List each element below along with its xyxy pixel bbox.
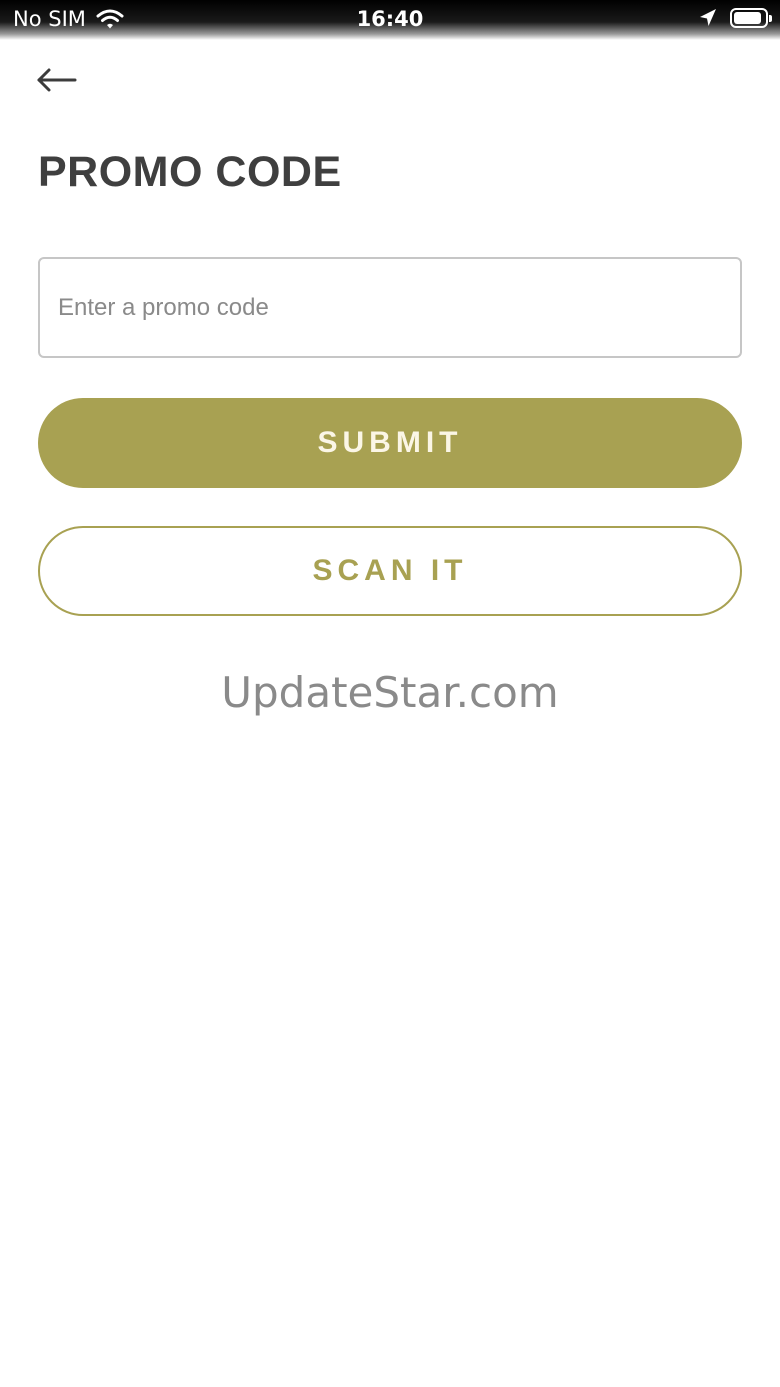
page-title: PROMO CODE (38, 148, 342, 196)
promo-code-input[interactable] (38, 257, 742, 358)
status-time: 16:40 (356, 7, 424, 31)
status-bar: No SIM 16:40 (0, 0, 780, 40)
arrow-left-icon (34, 68, 80, 102)
battery-icon (730, 8, 772, 28)
status-right (698, 7, 772, 29)
scan-it-button[interactable]: SCAN IT (38, 526, 742, 616)
watermark-text: UpdateStar.com (221, 668, 559, 717)
submit-button[interactable]: SUBMIT (38, 398, 742, 488)
back-button[interactable] (34, 62, 80, 98)
location-arrow-icon (698, 7, 718, 29)
